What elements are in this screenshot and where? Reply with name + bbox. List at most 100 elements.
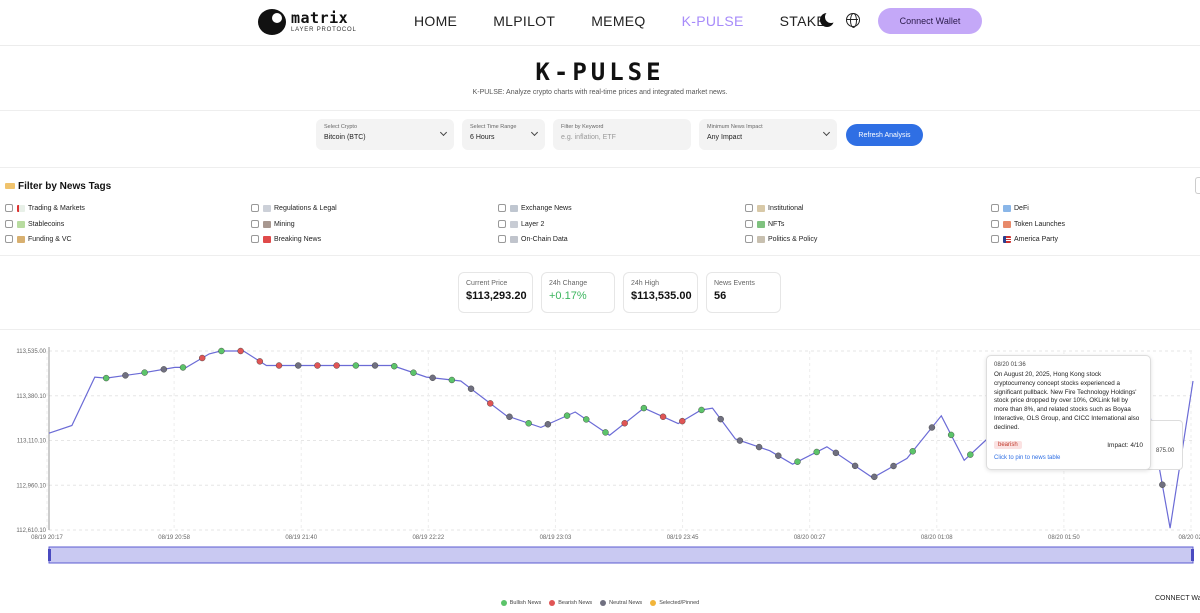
stat-news-events: News Events 56 — [706, 272, 781, 313]
bullish-news-marker — [909, 448, 916, 455]
tag-label: Funding & VC — [28, 235, 72, 243]
select-crypto[interactable]: Select Crypto Bitcoin (BTC) — [316, 119, 454, 150]
tag-label: Trading & Markets — [28, 204, 85, 212]
checkbox[interactable] — [498, 204, 506, 212]
checkbox[interactable] — [251, 235, 259, 243]
x-tick-label: 08/19 23:03 — [540, 535, 572, 541]
select-time-range[interactable]: Select Time Range 6 Hours — [462, 119, 545, 150]
bearish-news-marker — [256, 358, 264, 365]
tag-mining[interactable]: Mining — [251, 220, 295, 228]
checkbox[interactable] — [745, 204, 753, 212]
checkbox[interactable] — [991, 204, 999, 212]
tooltip-underlay-value: 875.00 — [1156, 448, 1175, 454]
bearish-news-marker — [199, 354, 206, 362]
tag-stablecoins[interactable]: Stablecoins — [5, 220, 64, 228]
checkbox[interactable] — [5, 220, 13, 228]
nav-link-home[interactable]: HOME — [414, 13, 457, 29]
tag-trading-markets[interactable]: Trading & Markets — [5, 204, 85, 212]
checkbox[interactable] — [251, 220, 259, 228]
checkbox[interactable] — [745, 235, 753, 243]
tag-label: Token Launches — [1014, 220, 1065, 228]
classical-building-icon — [757, 235, 765, 243]
us-flag-icon — [1003, 235, 1011, 243]
range-handle-left — [48, 549, 51, 561]
y-tick-label: 112,610.10 — [16, 528, 46, 534]
select-time-range-value: 6 Hours — [470, 134, 495, 141]
building-icon — [757, 204, 765, 212]
neutral-news-marker — [775, 452, 782, 459]
bearish-news-marker — [621, 420, 628, 427]
keyword-filter-input[interactable]: Filter by Keyword e.g. inflation, ETF — [553, 119, 691, 150]
neutral-news-marker — [890, 462, 897, 470]
nav-link-memeq[interactable]: MEMEQ — [591, 13, 645, 29]
tag-politics-policy[interactable]: Politics & Policy — [745, 235, 817, 243]
bullish-news-marker — [794, 458, 801, 465]
tag-funding-vc[interactable]: Funding & VC — [5, 235, 72, 243]
pin-to-news-table-link[interactable]: Click to pin to news table — [994, 455, 1143, 461]
news-tooltip[interactable]: 08/20 01:36 On August 20, 2025, Hong Kon… — [986, 355, 1151, 470]
y-tick-label: 113,380.10 — [16, 394, 46, 400]
chart-legend: Bullish News Bearish News Neutral News S… — [0, 600, 1200, 606]
bearish-news-marker — [679, 417, 686, 425]
checkbox[interactable] — [745, 220, 753, 228]
tag-institutional[interactable]: Institutional — [745, 204, 803, 212]
tag-breaking-news[interactable]: Breaking News — [251, 235, 321, 243]
moon-icon[interactable] — [820, 11, 837, 27]
tag-america-party[interactable]: America Party — [991, 235, 1058, 243]
legend-label: Bullish News — [509, 600, 542, 606]
tag-defi[interactable]: DeFi — [991, 204, 1029, 212]
bearish-news-marker — [487, 400, 494, 407]
connect-wallet-button[interactable]: Connect Wallet — [878, 8, 982, 34]
nav-link-stake[interactable]: STAKE — [780, 13, 826, 29]
range-handle-right — [1191, 549, 1194, 561]
stat-label: 24h High — [631, 280, 660, 287]
tag-exchange-news[interactable]: Exchange News — [498, 204, 572, 212]
globe-icon[interactable] — [846, 13, 860, 28]
checkbox[interactable] — [991, 235, 999, 243]
x-tick-label: 08/19 21:40 — [285, 535, 317, 541]
tag-label: Stablecoins — [28, 220, 65, 228]
checkbox[interactable] — [251, 204, 259, 212]
tag-token-launches[interactable]: Token Launches — [991, 220, 1065, 228]
legend-item-neutral[interactable]: Neutral News — [600, 600, 642, 606]
dot-icon — [600, 600, 607, 606]
impact-score: Impact: 4/10 — [1107, 442, 1143, 449]
checkbox[interactable] — [991, 220, 999, 228]
tag-label: NFTs — [768, 220, 785, 228]
legend-item-bullish[interactable]: Bullish News — [500, 600, 542, 606]
keyword-filter-label: Filter by Keyword — [561, 124, 604, 130]
connect-wallet-floating-button[interactable]: CONNECT Wa — [1150, 592, 1200, 606]
tag-label: Exchange News — [521, 204, 572, 212]
stat-current-price: Current Price $113,293.20 — [458, 272, 533, 313]
logo[interactable]: matrix LAYER PROTOCOL — [258, 9, 357, 35]
tag-nfts[interactable]: NFTs — [745, 220, 784, 228]
nav-link-mlpilot[interactable]: MLPILOT — [493, 13, 555, 29]
tag-label: America Party — [1014, 235, 1058, 243]
legend-item-pinned[interactable]: Selected/Pinned — [650, 600, 699, 606]
nav-link-k-pulse[interactable]: K-PULSE — [682, 13, 744, 29]
stat-label: 24h Change — [549, 280, 588, 287]
tag-regulations-legal[interactable]: Regulations & Legal — [251, 204, 337, 212]
checkbox[interactable] — [5, 235, 13, 243]
checkbox[interactable] — [498, 220, 506, 228]
checkbox[interactable] — [5, 204, 13, 212]
dollar-bills-icon — [17, 220, 25, 228]
refresh-analysis-button[interactable]: Refresh Analysis — [846, 124, 923, 146]
tag-layer-2[interactable]: Layer 2 — [498, 220, 544, 228]
neutral-news-marker — [371, 362, 379, 369]
logo-mark-icon — [258, 9, 286, 35]
y-tick-label: 113,535.00 — [16, 349, 46, 355]
neutral-news-marker — [295, 362, 302, 369]
select-min-impact[interactable]: Minimum News Impact Any Impact — [699, 119, 837, 150]
divider — [0, 167, 1200, 168]
tags-heading-text: Filter by News Tags — [18, 181, 112, 192]
bearish-news-marker — [237, 347, 244, 355]
checkbox[interactable] — [498, 235, 506, 243]
neutral-news-marker — [717, 415, 724, 423]
bullish-news-marker — [640, 404, 648, 412]
tag-on-chain-data[interactable]: On-Chain Data — [498, 235, 568, 243]
collapse-toggle[interactable] — [1195, 177, 1200, 194]
legend-item-bearish[interactable]: Bearish News — [549, 600, 592, 606]
y-tick-label: 113,110.10 — [17, 439, 47, 445]
select-min-impact-label: Minimum News Impact — [707, 124, 763, 130]
